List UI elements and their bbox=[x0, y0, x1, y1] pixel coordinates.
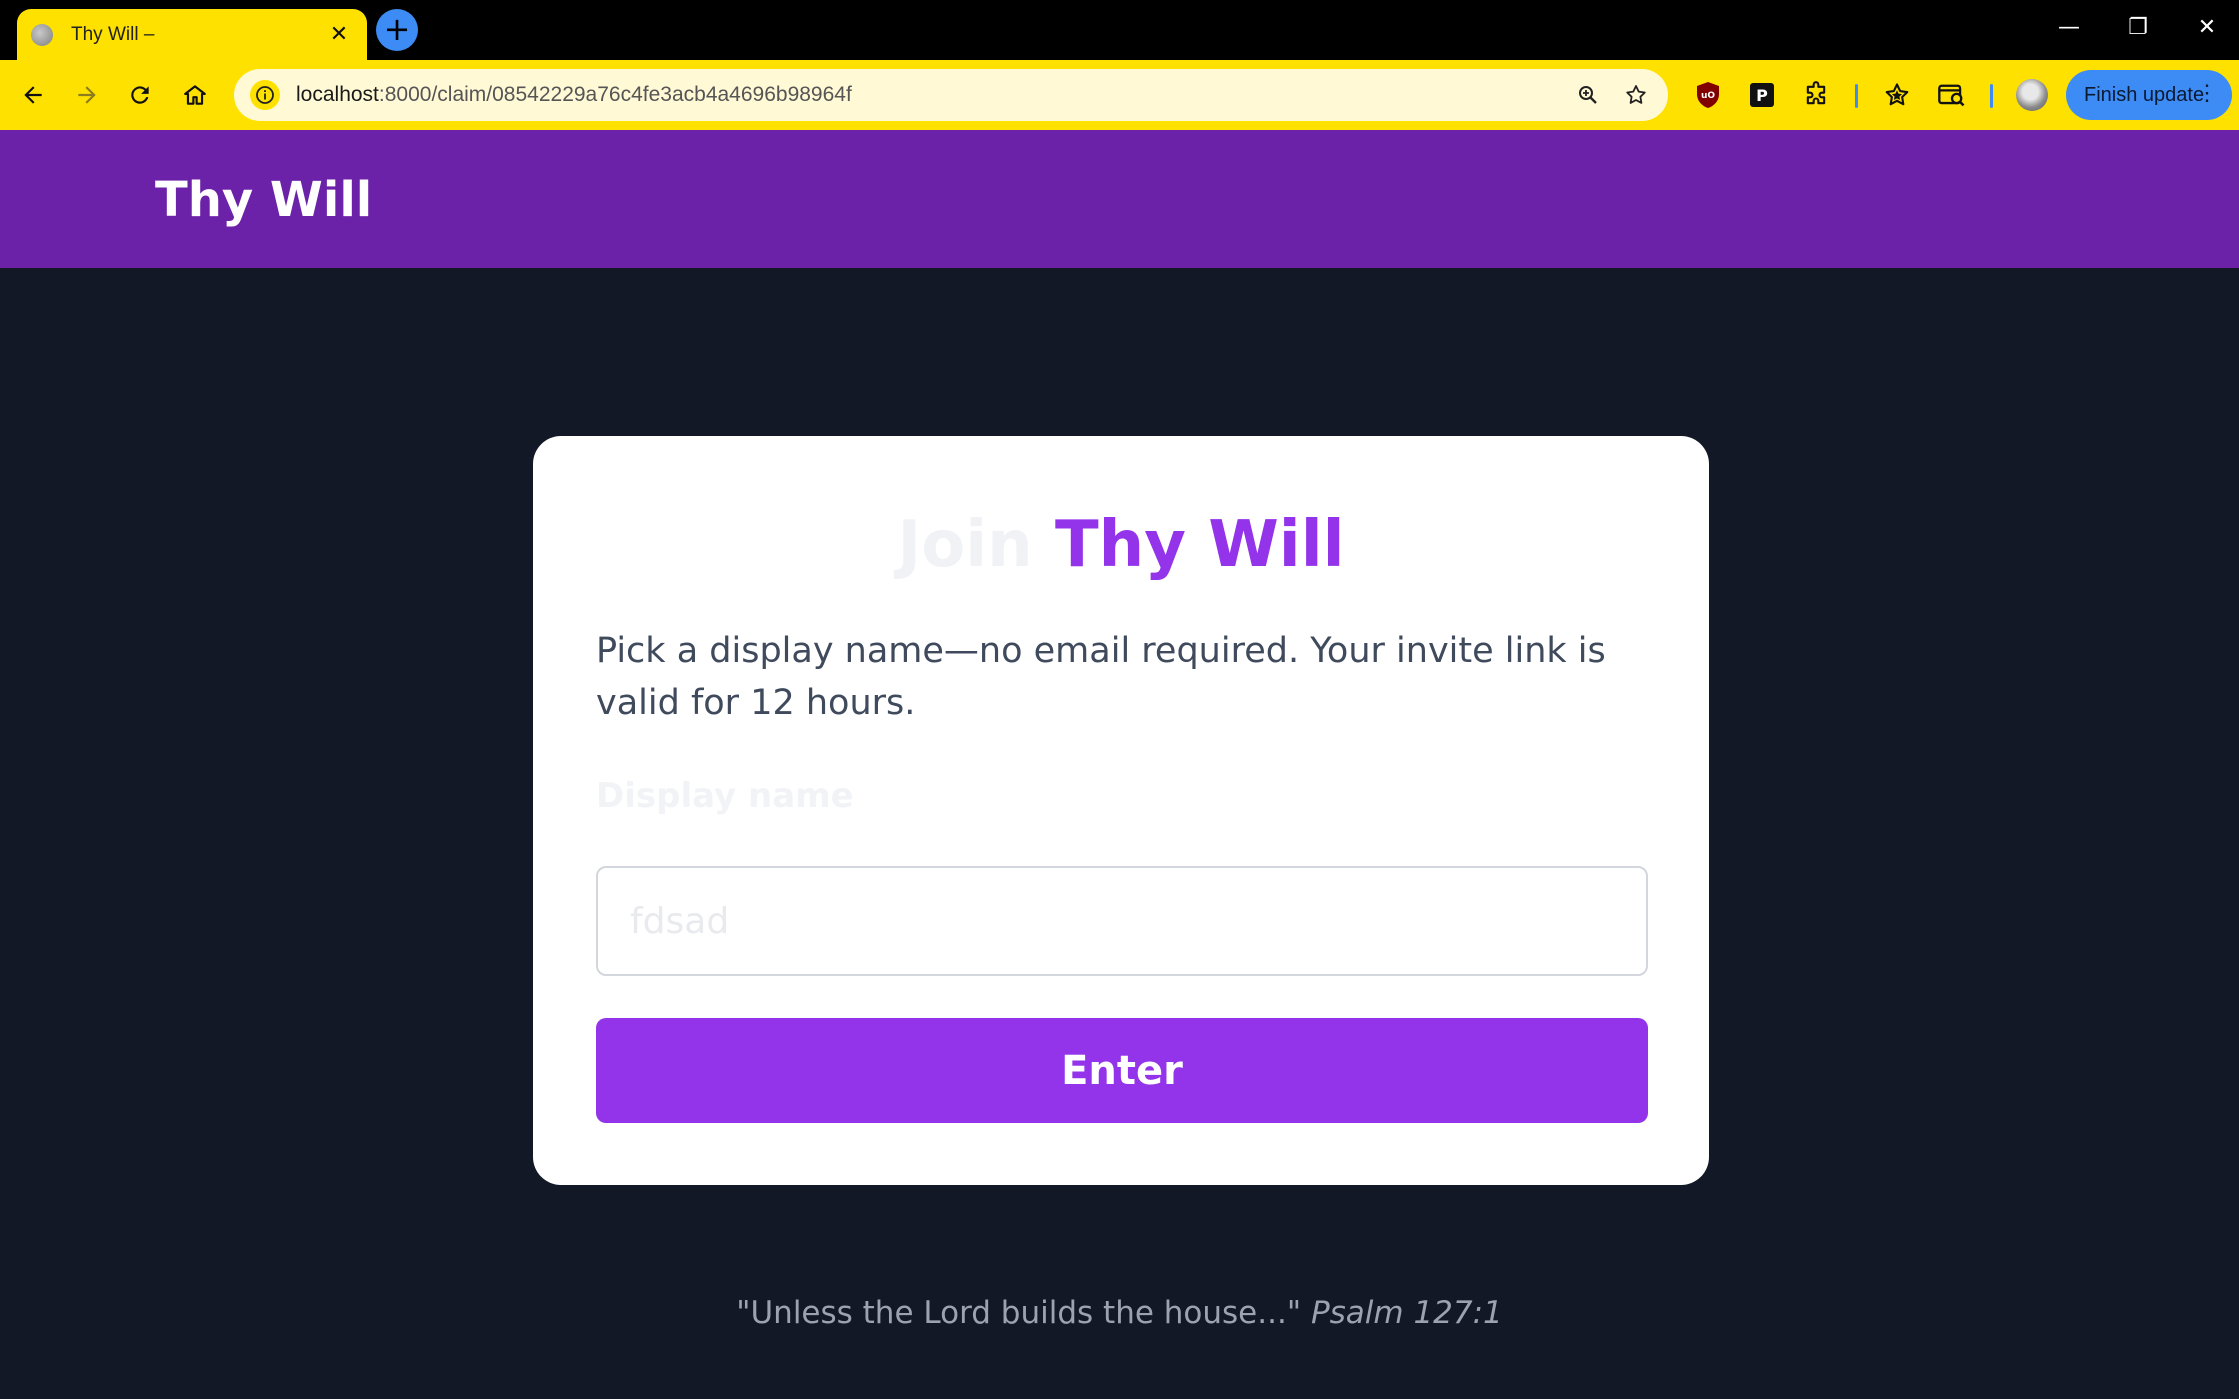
finish-update-button[interactable]: Finish update ⋮ bbox=[2066, 70, 2232, 120]
footer-verse: "Unless the Lord builds the house..." Ps… bbox=[0, 1295, 2239, 1331]
globe-favicon-icon bbox=[31, 23, 53, 46]
ublock-origin-icon[interactable]: uO bbox=[1689, 76, 1727, 114]
back-arrow-icon[interactable] bbox=[11, 73, 55, 117]
site-brand-link[interactable]: Thy Will bbox=[155, 172, 372, 228]
claim-card: Join Thy Will Pick a display name—no ema… bbox=[533, 436, 1709, 1185]
more-vert-icon: ⋮ bbox=[2196, 80, 2218, 105]
forward-arrow-icon[interactable] bbox=[65, 73, 109, 117]
svg-text:P: P bbox=[1756, 86, 1768, 105]
intro-text: Pick a display name—no email required. Y… bbox=[596, 631, 1606, 723]
card-title: Join Thy Will bbox=[533, 508, 1709, 582]
verse-reference: Psalm 127:1 bbox=[1310, 1295, 1503, 1331]
display-name-label: Display name bbox=[596, 776, 854, 816]
minimize-window-icon[interactable]: — bbox=[2045, 8, 2093, 48]
display-name-input[interactable] bbox=[596, 866, 1648, 976]
browser-toolbar: localhost:8000/claim/08542229a76c4fe3acb… bbox=[0, 60, 2239, 130]
bookmarks-star-list-icon[interactable] bbox=[1878, 76, 1916, 114]
zoom-icon[interactable] bbox=[1566, 73, 1610, 117]
site-info-icon[interactable] bbox=[250, 80, 280, 110]
close-window-icon[interactable]: ✕ bbox=[2183, 8, 2231, 48]
tab-title: Thy Will – bbox=[71, 23, 155, 45]
title-prefix: Join bbox=[897, 508, 1033, 582]
tab-close-icon[interactable]: ✕ bbox=[327, 22, 351, 47]
browser-tab-strip: Thy Will – ✕ + — ❐ ✕ bbox=[0, 0, 2239, 60]
profile-avatar[interactable] bbox=[2016, 79, 2048, 111]
reload-icon[interactable] bbox=[118, 73, 162, 117]
toolbar-separator bbox=[1855, 84, 1858, 108]
new-tab-button[interactable]: + bbox=[376, 9, 418, 51]
site-header: Thy Will bbox=[0, 130, 2239, 268]
restore-window-icon[interactable]: ❐ bbox=[2114, 8, 2162, 48]
verse-quote: "Unless the Lord builds the house..." bbox=[736, 1295, 1302, 1331]
p-extension-icon[interactable]: P bbox=[1743, 76, 1781, 114]
enter-button[interactable]: Enter bbox=[596, 1018, 1648, 1123]
finish-update-label: Finish update bbox=[2084, 83, 2205, 106]
url-host: localhost bbox=[296, 83, 379, 106]
url-path: :8000/claim/08542229a76c4fe3acb4a4696b98… bbox=[378, 83, 852, 106]
browser-tab-active[interactable]: Thy Will – ✕ bbox=[17, 9, 367, 60]
tab-search-icon[interactable] bbox=[1933, 76, 1971, 114]
url-text[interactable]: localhost:8000/claim/08542229a76c4fe3acb… bbox=[296, 83, 1566, 107]
svg-text:uO: uO bbox=[1701, 91, 1715, 101]
address-bar[interactable]: localhost:8000/claim/08542229a76c4fe3acb… bbox=[234, 69, 1668, 121]
title-brand: Thy Will bbox=[1054, 508, 1345, 582]
bookmark-star-icon[interactable] bbox=[1614, 73, 1658, 117]
toolbar-separator bbox=[1990, 84, 1993, 108]
extensions-puzzle-icon[interactable] bbox=[1797, 76, 1835, 114]
home-icon[interactable] bbox=[173, 73, 217, 117]
